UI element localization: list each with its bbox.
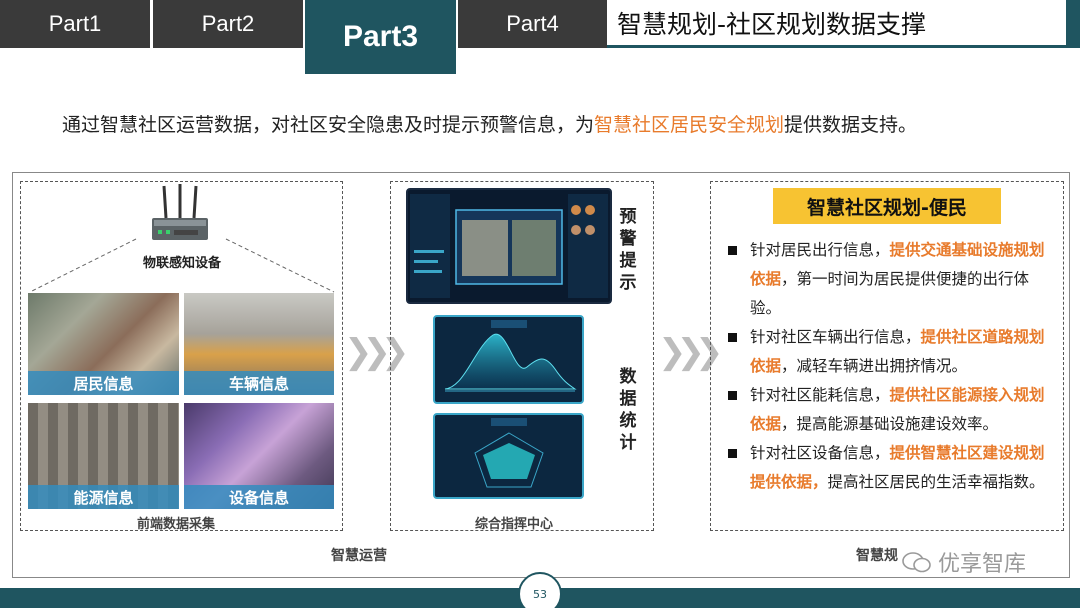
tab-part2[interactable]: Part2 (153, 0, 303, 48)
resident-photo: 居民信息 (28, 293, 179, 395)
vehicle-caption: 车辆信息 (184, 371, 334, 395)
watermark-text: 优享智库 (938, 552, 1027, 577)
intro-after: 提供数据支持。 (784, 114, 918, 136)
stats-radar-graphic (474, 418, 544, 488)
stats-area-graphic (444, 320, 577, 392)
wechat-icon (902, 552, 931, 573)
bullet-transport: 针对居民出行信息，提供交通基础设施规划依据，第一时间为居民提供便捷的出行体验。 (728, 236, 1058, 323)
planning-bullets: 针对居民出行信息，提供交通基础设施规划依据，第一时间为居民提供便捷的出行体验。 … (728, 236, 1058, 497)
stats-radar-chart (433, 413, 584, 499)
bullet-device: 针对社区设备信息，提供智慧社区建设规划提供依据，提高社区居民的生活幸福指数。 (728, 439, 1058, 497)
intro-before: 通过智慧社区运营数据，对社区安全隐患及时提示预警信息，为 (62, 114, 595, 136)
stats-area-chart (433, 315, 584, 404)
title-accent-bar (1066, 0, 1080, 48)
ops-label: 智慧运营 (331, 548, 387, 564)
resident-caption: 居民信息 (28, 371, 179, 395)
stats-label: 数据统计 (619, 367, 637, 453)
energy-caption: 能源信息 (28, 485, 179, 509)
warning-label: 预警提示 (619, 207, 637, 293)
command-footer: 综合指挥中心 (475, 517, 554, 532)
watermark: 优享智库 (902, 546, 1026, 578)
tab-part1[interactable]: Part1 (0, 0, 150, 48)
router-icon (152, 184, 208, 240)
warning-dashboard (406, 188, 612, 304)
page-title: 智慧规划-社区规划数据支撑 (607, 0, 1070, 48)
planning-badge: 智慧社区规划-便民 (773, 188, 1001, 224)
intro-highlight: 智慧社区居民安全规划 (594, 114, 785, 136)
bullet-road: 针对社区车辆出行信息，提供社区道路规划依据，减轻车辆进出拥挤情况。 (728, 323, 1058, 381)
tab-bar: Part1 Part2 Part3 Part4 智慧规划-社区规划数据支撑 (0, 0, 1080, 74)
warning-dashboard-graphic (410, 194, 608, 298)
flow-arrow-2: ❯❯❯ (658, 332, 724, 372)
planning-label: 智慧规 (856, 548, 898, 564)
device-photo: 设备信息 (184, 403, 334, 509)
device-caption: 设备信息 (184, 485, 334, 509)
energy-photo: 能源信息 (28, 403, 179, 509)
tab-part3[interactable]: Part3 (305, 0, 456, 74)
bullet-energy: 针对社区能耗信息，提供社区能源接入规划依据，提高能源基础设施建设效率。 (728, 381, 1058, 439)
collection-footer: 前端数据采集 (137, 517, 216, 532)
vehicle-photo: 车辆信息 (184, 293, 334, 395)
device-label: 物联感知设备 (143, 256, 222, 271)
page-number: 53 (518, 572, 562, 608)
iot-device-diagram (29, 184, 335, 293)
intro-text: 通过智慧社区运营数据，对社区安全隐患及时提示预警信息，为智慧社区居民安全规划提供… (62, 110, 917, 137)
tab-part4[interactable]: Part4 (458, 0, 607, 48)
